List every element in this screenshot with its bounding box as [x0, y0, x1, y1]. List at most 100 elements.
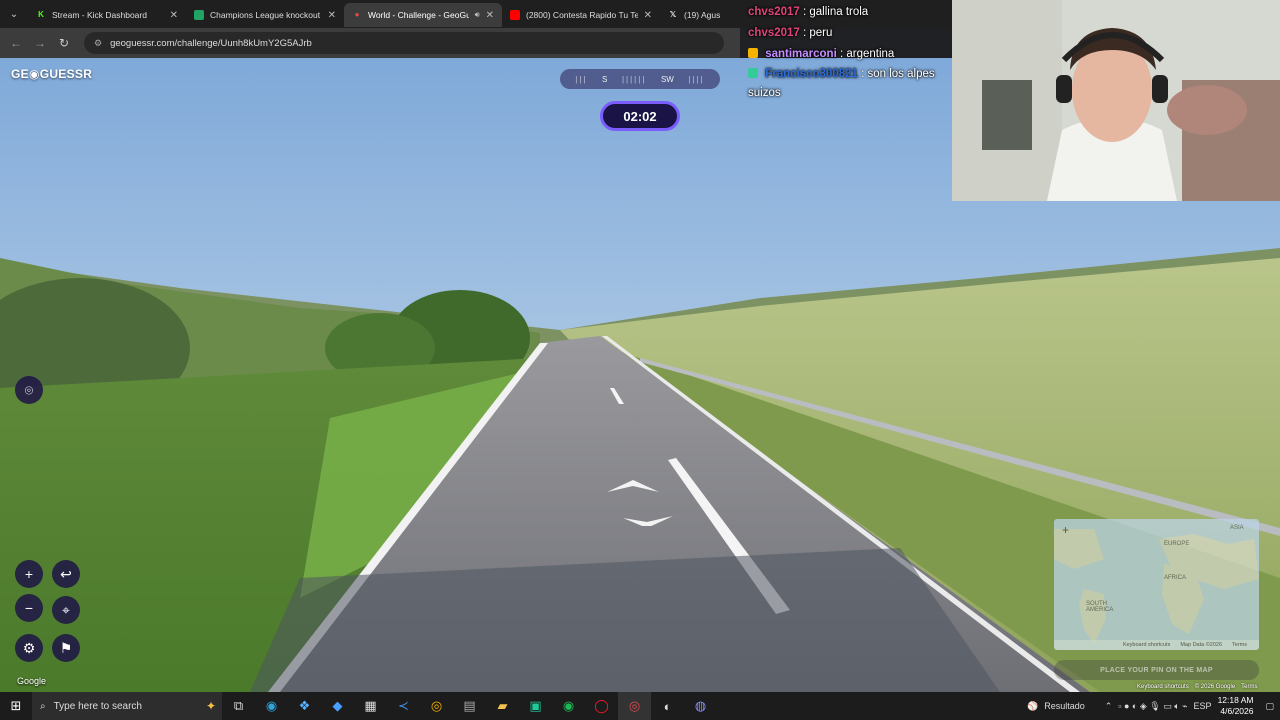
kick-icon: K [38, 10, 44, 19]
system-tray: ⚾ Resultado ⌃ ▫ ● ◐ ◈ 🎙︎ ▭ 🔈︎ ⌁ ESP 12:1… [1027, 695, 1280, 717]
screen: ⌄ K Stream - Kick Dashboard ✕ Champions … [0, 0, 1280, 720]
url-text: geoguessr.com/challenge/Uunh8kUmY2G5AJrb [110, 37, 312, 49]
taskbar-search[interactable]: ⌕ Type here to search ✦ [32, 692, 222, 720]
clock-date: 4/6/2026 [1220, 706, 1254, 716]
compass-ticks: |||| [688, 74, 705, 84]
site-info-icon[interactable]: ⚙ [94, 38, 102, 49]
chat-message: santimarconi : argentina [748, 44, 946, 65]
youtube-icon [510, 10, 520, 20]
opera-icon[interactable]: ◯ [585, 692, 618, 720]
speaker-icon[interactable]: 🔊︎ [475, 10, 480, 20]
store-icon[interactable]: ◆ [321, 692, 354, 720]
compass-ticks: |||||| [621, 74, 647, 84]
reload-icon[interactable]: ↻ [52, 36, 76, 50]
subscriber-badge-icon [748, 48, 758, 58]
chat-message: Francisco300821 : son los alpes suizos [748, 68, 935, 99]
keyboard-shortcuts-link[interactable]: Keyboard shortcuts [1137, 684, 1189, 690]
move-forward-arrow[interactable] [603, 476, 683, 526]
chrome-active-icon[interactable]: ◎ [618, 692, 651, 720]
app-icon[interactable]: ▣ [519, 692, 552, 720]
copilot-icon[interactable]: ❖ [288, 692, 321, 720]
chat-text: gallina trola [809, 6, 869, 18]
obs-icon[interactable]: ◐ [651, 692, 684, 720]
taskbar-search-placeholder: Type here to search [53, 700, 142, 712]
webcam-image [952, 0, 1280, 201]
app-icon[interactable]: ▦ [354, 692, 387, 720]
back-arrow-icon[interactable]: ← [4, 36, 28, 50]
folder-icon[interactable]: ▰ [486, 692, 519, 720]
chrome-icon[interactable]: ◎ [420, 692, 453, 720]
close-icon[interactable]: ✕ [486, 10, 494, 21]
compass-label-right: SW [660, 74, 674, 84]
tab-geoguessr[interactable]: ● World - Challenge - GeoGu 🔊︎ ✕ [344, 3, 502, 27]
search-icon: ⌕ [40, 700, 46, 712]
language-indicator[interactable]: ESP [1194, 701, 1212, 711]
taskbar-clock[interactable]: 12:18 AM 4/6/2026 [1218, 695, 1254, 717]
settings-gear-icon[interactable]: ⚙ [15, 634, 43, 662]
zoom-in-icon[interactable]: + [1062, 523, 1069, 537]
address-bar: ← → ↻ ⚙ geoguessr.com/challenge/Uunh8kUm… [0, 28, 740, 58]
zoom-in-button[interactable]: + [15, 560, 43, 588]
vscode-icon[interactable]: ≺ [387, 692, 420, 720]
tray-icons[interactable]: ▫ ● ◐ ◈ 🎙︎ ▭ 🔈︎ ⌁ [1118, 701, 1187, 712]
zoom-out-button[interactable]: − [15, 594, 43, 622]
task-view-icon[interactable]: ⧉ [222, 692, 255, 720]
clock-time: 12:18 AM [1217, 695, 1254, 705]
sheet-icon [194, 10, 204, 20]
report-location-icon[interactable]: ⌾ [15, 376, 43, 404]
map-data-text: Map Data ©2026 [1180, 642, 1223, 648]
compass: ||| S |||||| SW |||| [560, 69, 720, 89]
undo-move-button[interactable]: ↩ [52, 560, 80, 588]
map-label: AFRICA [1164, 575, 1187, 581]
chat-message: chvs2017 : peru [748, 27, 833, 39]
google-watermark: Google [17, 676, 47, 686]
close-icon[interactable]: ✕ [170, 10, 178, 21]
windows-start-icon[interactable]: ⊞ [0, 698, 32, 714]
flag-checkpoint-button[interactable]: ⚑ [52, 634, 80, 662]
chat-username: santimarconi [765, 48, 837, 60]
edge-icon[interactable]: ◉ [255, 692, 288, 720]
tab-kick-dashboard[interactable]: K Stream - Kick Dashboard ✕ [28, 3, 186, 27]
copyright-text: © 2026 Google [1194, 684, 1236, 690]
tray-label[interactable]: Resultado [1044, 701, 1085, 711]
chat-username: chvs2017 [748, 27, 800, 39]
stream-chat: chvs2017 : gallina trola chvs2017 : peru… [742, 0, 952, 105]
chat-text: peru [809, 27, 833, 39]
chat-text: argentina [846, 48, 895, 60]
search-highlight-icon: ✦ [205, 699, 216, 713]
map-label: SOUTH AMERICA [1086, 601, 1114, 613]
url-field[interactable]: ⚙ geoguessr.com/challenge/Uunh8kUmY2G5AJ… [84, 32, 724, 54]
close-icon[interactable]: ✕ [328, 10, 336, 21]
windows-taskbar: ⊞ ⌕ Type here to search ✦ ⧉ ◉ ❖ ◆ ▦ ≺ ◎ … [0, 692, 1280, 720]
discord-icon[interactable]: ◍ [684, 692, 717, 720]
chat-message: chvs2017 : gallina trola [748, 6, 869, 18]
guess-minimap[interactable]: + EUROPE AFRICA SOUTH AMERICA ASIA Keybo… [1054, 519, 1259, 650]
keyboard-shortcuts-link[interactable]: Keyboard shortcuts [1123, 642, 1170, 648]
geoguessr-logo[interactable]: GE◉GUESSR [11, 67, 92, 81]
mlb-icon[interactable]: ⚾ [1027, 701, 1038, 712]
world-map [1054, 529, 1259, 644]
chat-username: Francisco300821 [765, 68, 858, 80]
tab-x[interactable]: 𝕏 (19) Agus [660, 3, 750, 27]
forward-arrow-icon[interactable]: → [28, 36, 52, 50]
guess-button[interactable]: PLACE YOUR PIN ON THE MAP [1054, 660, 1259, 680]
chevron-up-icon[interactable]: ⌃ [1105, 701, 1113, 712]
tab-champions-league[interactable]: Champions League knockout fi ✕ [186, 3, 344, 27]
round-timer: 02:02 [600, 101, 680, 131]
x-icon: 𝕏 [669, 10, 677, 19]
map-label: EUROPE [1164, 541, 1190, 547]
terms-link[interactable]: Terms [1241, 684, 1257, 690]
tab-search-button[interactable]: ⌄ [0, 0, 28, 28]
map-pin-icon: ● [354, 10, 360, 19]
webcam-feed [952, 0, 1280, 201]
return-to-start-button[interactable]: ⌖ [52, 596, 80, 624]
spotify-icon[interactable]: ◉ [552, 692, 585, 720]
compass-label-left: S [602, 74, 608, 84]
close-icon[interactable]: ✕ [644, 10, 652, 21]
compass-ticks: ||| [575, 74, 588, 84]
tab-youtube[interactable]: (2800) Contesta Rapido Tu Tele ✕ [502, 3, 660, 27]
chat-username: chvs2017 [748, 6, 800, 18]
terms-link[interactable]: Terms [1232, 642, 1247, 648]
notifications-icon[interactable]: ▢ [1265, 701, 1274, 712]
notes-icon[interactable]: ▤ [453, 692, 486, 720]
